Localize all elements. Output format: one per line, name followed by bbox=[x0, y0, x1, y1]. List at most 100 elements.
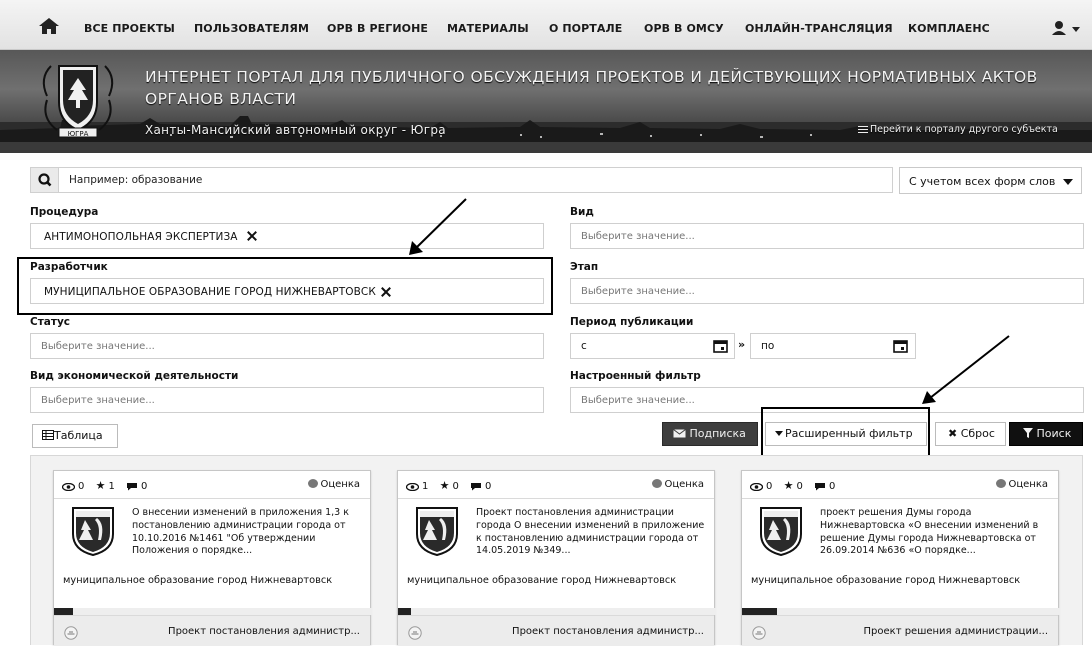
author-avatar-icon bbox=[64, 626, 78, 640]
subscribe-label: Подписка bbox=[689, 427, 746, 440]
calendar-icon[interactable] bbox=[893, 339, 908, 353]
status-field[interactable]: Выберите значение... bbox=[30, 333, 544, 359]
status-placeholder: Выберите значение... bbox=[41, 341, 155, 352]
filter-icon bbox=[1023, 428, 1033, 438]
rating-label: Оценка bbox=[320, 479, 360, 490]
star-icon: ★ bbox=[783, 479, 794, 492]
card-organization: муниципальное образование город Нижневар… bbox=[63, 575, 333, 586]
activity-field[interactable]: Выберите значение... bbox=[30, 387, 544, 413]
period-to-field[interactable]: по bbox=[750, 333, 916, 359]
card-progress-fill bbox=[398, 608, 411, 615]
card-footer: Проект решения администрации... bbox=[742, 615, 1058, 646]
search-icon-button[interactable] bbox=[31, 168, 59, 192]
caret-down-icon bbox=[775, 431, 783, 436]
eye-icon bbox=[405, 482, 420, 492]
card-description[interactable]: проект решения Думы города Нижневартовск… bbox=[820, 507, 1052, 558]
nav-compliance[interactable]: КОМПЛАЕНС bbox=[908, 22, 990, 35]
activity-label: Вид экономической деятельности bbox=[30, 370, 239, 382]
author-avatar-icon bbox=[752, 626, 766, 640]
comments-count: 0 bbox=[141, 481, 148, 492]
eye-icon bbox=[61, 482, 76, 492]
nizhnevartovsk-coat-of-arms-icon bbox=[760, 507, 802, 556]
card-description[interactable]: О внесении изменений в приложения 1,3 к … bbox=[132, 507, 364, 558]
card-description[interactable]: Проект постановления администрации город… bbox=[476, 507, 708, 558]
table-view-label: Таблица bbox=[54, 429, 103, 442]
search-placeholder: Например: образование bbox=[69, 174, 203, 186]
views-count: 1 bbox=[422, 481, 429, 492]
card-divider bbox=[398, 498, 714, 499]
advanced-filter-button[interactable]: Расширенный фильтр bbox=[765, 422, 927, 446]
favorites-count: 0 bbox=[452, 481, 459, 492]
kind-placeholder: Выберите значение... bbox=[581, 231, 695, 242]
author-avatar-icon bbox=[408, 626, 422, 640]
card-stats: 1 ★ 0 0 bbox=[405, 479, 499, 492]
developer-field[interactable]: МУНИЦИПАЛЬНОЕ ОБРАЗОВАНИЕ ГОРОД НИЖНЕВАР… bbox=[30, 278, 544, 304]
top-navigation: ВСЕ ПРОЕКТЫ ПОЛЬЗОВАТЕЛЯМ ОРВ В РЕГИОНЕ … bbox=[0, 0, 1092, 50]
search-input[interactable]: Например: образование bbox=[30, 167, 893, 193]
card-document-type: Проект постановления администр... bbox=[168, 626, 360, 637]
card-document-type: Проект постановления администр... bbox=[512, 626, 704, 637]
remove-developer-icon[interactable] bbox=[379, 285, 393, 299]
status-label: Статус bbox=[30, 316, 71, 328]
nav-materials[interactable]: МАТЕРИАЛЫ bbox=[447, 22, 529, 35]
advanced-filter-label: Расширенный фильтр bbox=[785, 427, 913, 440]
views-count: 0 bbox=[78, 481, 85, 492]
procedure-tag: АНТИМОНОПОЛЬНАЯ ЭКСПЕРТИЗА bbox=[44, 231, 238, 243]
developer-label: Разработчик bbox=[30, 261, 108, 273]
magnifier-icon bbox=[38, 173, 52, 187]
activity-placeholder: Выберите значение... bbox=[41, 395, 155, 406]
comment-icon bbox=[471, 483, 481, 491]
remove-procedure-icon[interactable] bbox=[245, 229, 259, 243]
card-progress-bar bbox=[398, 608, 716, 615]
subscribe-button[interactable]: Подписка bbox=[662, 422, 758, 446]
caret-down-icon bbox=[1063, 179, 1073, 185]
nav-all-projects[interactable]: ВСЕ ПРОЕКТЫ bbox=[84, 22, 175, 35]
favorites-count: 0 bbox=[796, 481, 803, 492]
kind-field[interactable]: Выберите значение... bbox=[570, 223, 1084, 249]
nav-users[interactable]: ПОЛЬЗОВАТЕЛЯМ bbox=[194, 22, 309, 35]
saved-filter-field[interactable]: Выберите значение... bbox=[570, 387, 1084, 413]
comments-count: 0 bbox=[485, 481, 492, 492]
project-card[interactable]: 1 ★ 0 0 Оценка Проект постановления админ… bbox=[397, 470, 716, 646]
period-from-field[interactable]: с bbox=[570, 333, 735, 359]
procedure-field[interactable]: АНТИМОНОПОЛЬНАЯ ЭКСПЕРТИЗА bbox=[30, 223, 544, 249]
comment-icon bbox=[127, 483, 137, 491]
wordform-select[interactable]: С учетом всех форм слов bbox=[899, 167, 1082, 194]
rating-button[interactable]: Оценка bbox=[996, 479, 1048, 490]
saved-filter-label: Настроенный фильтр bbox=[570, 370, 701, 382]
rating-button[interactable]: Оценка bbox=[308, 479, 360, 490]
rating-button[interactable]: Оценка bbox=[652, 479, 704, 490]
home-icon[interactable] bbox=[38, 17, 60, 35]
stage-label: Этап bbox=[570, 261, 599, 273]
card-footer: Проект постановления администр... bbox=[398, 615, 714, 646]
nav-orv-region[interactable]: ОРВ В РЕГИОНЕ bbox=[327, 22, 428, 35]
region-name: Ханты-Мансийский автономный округ - Югра bbox=[145, 123, 446, 137]
favorites-count: 1 bbox=[108, 481, 115, 492]
card-document-type: Проект решения администрации... bbox=[863, 626, 1048, 637]
reset-button[interactable]: ✖ Сброс bbox=[935, 422, 1006, 446]
project-card[interactable]: 0 ★ 1 0 Оценка О внесении изменений в при… bbox=[53, 470, 372, 646]
period-separator: » bbox=[738, 338, 746, 351]
portal-title: ИНТЕРНЕТ ПОРТАЛ ДЛЯ ПУБЛИЧНОГО ОБСУЖДЕНИ… bbox=[145, 68, 1038, 108]
nav-about[interactable]: О ПОРТАЛЕ bbox=[549, 22, 622, 35]
search-button[interactable]: Поиск bbox=[1009, 422, 1083, 446]
rating-icon bbox=[308, 479, 319, 488]
table-view-button[interactable]: Таблица bbox=[32, 424, 118, 448]
nav-online-stream[interactable]: ОНЛАЙН-ТРАНСЛЯЦИЯ bbox=[745, 22, 893, 35]
rating-icon bbox=[996, 479, 1007, 488]
card-divider bbox=[742, 498, 1058, 499]
card-progress-bar bbox=[742, 608, 1060, 615]
nav-orv-omsu[interactable]: ОРВ В ОМСУ bbox=[644, 22, 724, 35]
stage-placeholder: Выберите значение... bbox=[581, 286, 695, 297]
reset-label: Сброс bbox=[960, 427, 995, 440]
calendar-icon[interactable] bbox=[713, 339, 728, 353]
card-organization: муниципальное образование город Нижневар… bbox=[751, 575, 1021, 586]
stage-field[interactable]: Выберите значение... bbox=[570, 278, 1084, 304]
other-portal-link[interactable]: Перейти к порталу другого субъекта bbox=[858, 124, 1058, 135]
close-icon: ✖ bbox=[948, 427, 958, 440]
project-card[interactable]: 0 ★ 0 0 Оценка проект решения Думы города… bbox=[741, 470, 1060, 646]
nizhnevartovsk-coat-of-arms-icon bbox=[72, 507, 114, 556]
card-divider bbox=[54, 498, 370, 499]
card-progress-bar bbox=[54, 608, 372, 615]
user-icon[interactable] bbox=[1050, 19, 1084, 37]
